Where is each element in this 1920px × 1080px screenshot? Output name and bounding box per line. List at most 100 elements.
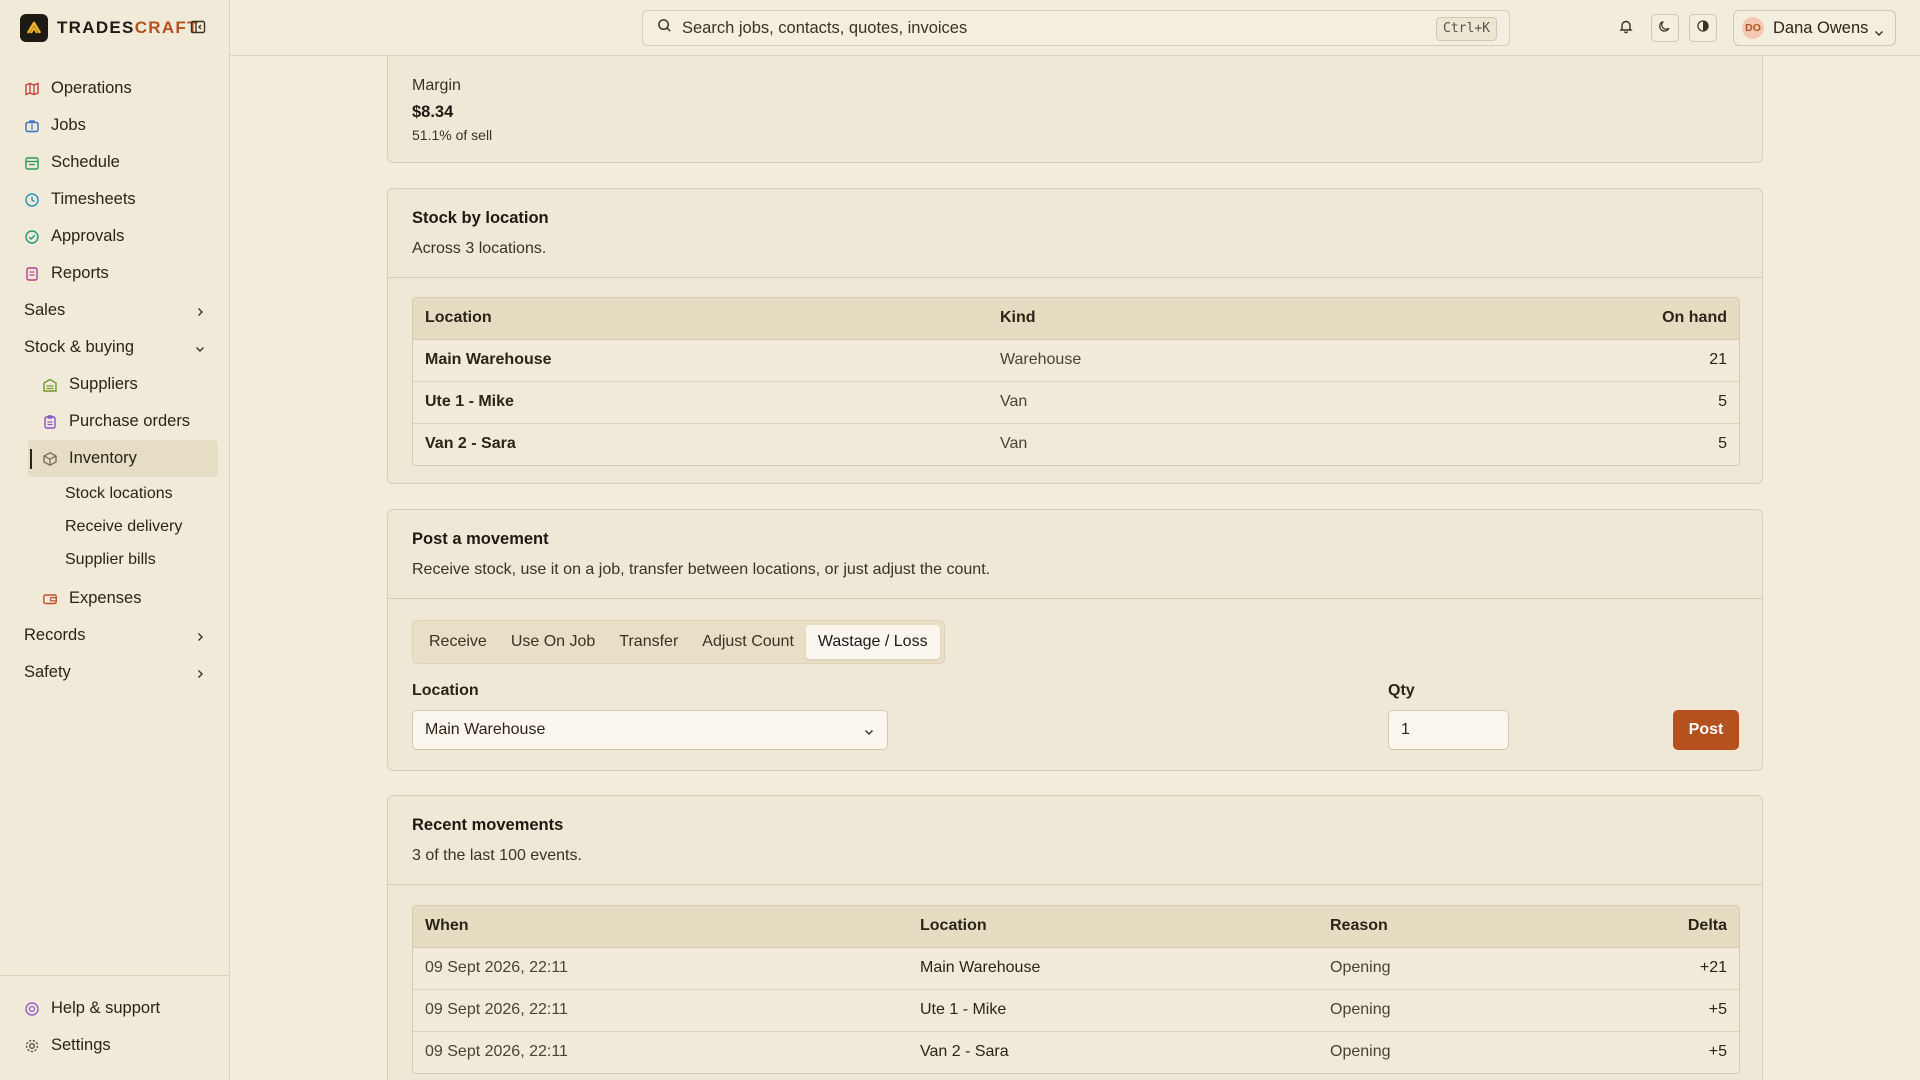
card-title: Recent movements xyxy=(412,816,564,834)
nav-group-label: Safety xyxy=(24,663,71,681)
column-header-location[interactable]: Location xyxy=(908,906,1318,948)
nav-item-approvals[interactable]: Approvals xyxy=(0,218,230,255)
recent-movements-card: Recent movements 3 of the last 100 event… xyxy=(387,795,1763,1080)
nav-label: Settings xyxy=(51,1036,111,1054)
tab-receive[interactable]: Receive xyxy=(417,625,499,659)
movements-table: When Location Reason Delta 09 Sept 2026,… xyxy=(412,905,1740,1074)
nav-item-purchase-orders[interactable]: Purchase orders xyxy=(28,403,230,440)
location-select-value: Main Warehouse xyxy=(425,721,546,738)
nav-label: Purchase orders xyxy=(69,412,191,430)
card-subtitle: Receive stock, use it on a job, transfer… xyxy=(412,561,991,578)
cell-on-hand: 5 xyxy=(1388,381,1739,424)
qty-label: Qty xyxy=(1388,682,1415,699)
cell-location: Van 2 - Sara xyxy=(908,1031,1318,1073)
cell-delta: +5 xyxy=(1568,1031,1739,1073)
table-row[interactable]: Main Warehouse Warehouse 21 xyxy=(413,339,1739,382)
clock-icon xyxy=(24,192,40,208)
tab-use-on-job[interactable]: Use On Job xyxy=(499,625,607,659)
calendar-icon xyxy=(24,155,40,171)
nav-group-stock-buying[interactable]: Stock & buying xyxy=(0,329,230,366)
qty-input[interactable] xyxy=(1389,711,1508,749)
notifications-button[interactable] xyxy=(1612,14,1640,42)
nav-item-timesheets[interactable]: Timesheets xyxy=(0,181,230,218)
column-header-on-hand[interactable]: On hand xyxy=(1388,298,1739,340)
search-box[interactable]: Ctrl+K xyxy=(642,10,1510,46)
nav-item-stock-locations[interactable]: Stock locations xyxy=(65,477,230,510)
margin-label: Margin xyxy=(412,77,461,94)
search-input[interactable] xyxy=(682,18,1442,38)
table-row[interactable]: 09 Sept 2026, 22:11 Main Warehouse Openi… xyxy=(413,947,1739,990)
main-nav: Operations Jobs Schedule Timesheets Appr… xyxy=(0,70,230,691)
theme-toggle-button[interactable] xyxy=(1651,14,1679,42)
nav-group-safety[interactable]: Safety xyxy=(0,654,230,691)
check-circle-icon xyxy=(24,229,40,245)
cell-reason: Opening xyxy=(1318,1031,1568,1073)
nav-label: Expenses xyxy=(69,589,142,607)
user-menu-button[interactable]: DO Dana Owens xyxy=(1733,10,1896,46)
sidebar: TRADESCRAFT Operations Jobs Schedule Tim… xyxy=(0,0,230,1080)
warehouse-icon xyxy=(42,377,58,393)
sidebar-collapse-icon[interactable] xyxy=(190,19,208,37)
table-row[interactable]: Ute 1 - Mike Van 5 xyxy=(413,381,1739,424)
wallet-icon xyxy=(42,591,58,607)
cell-on-hand: 21 xyxy=(1388,339,1739,382)
column-header-when[interactable]: When xyxy=(413,906,908,948)
report-icon xyxy=(24,266,40,282)
search-shortcut-badge: Ctrl+K xyxy=(1436,17,1497,41)
tab-wastage-loss[interactable]: Wastage / Loss xyxy=(805,625,940,659)
search-icon xyxy=(657,18,672,38)
divider xyxy=(388,884,1762,885)
bell-icon xyxy=(1618,18,1634,39)
table-row[interactable]: 09 Sept 2026, 22:11 Ute 1 - Mike Opening… xyxy=(413,989,1739,1032)
table-row[interactable]: 09 Sept 2026, 22:11 Van 2 - Sara Opening… xyxy=(413,1031,1739,1073)
nav-item-inventory[interactable]: Inventory xyxy=(28,440,218,477)
column-header-reason[interactable]: Reason xyxy=(1318,906,1568,948)
tab-transfer[interactable]: Transfer xyxy=(607,625,690,659)
margin-percent: 51.1% of sell xyxy=(412,127,493,143)
post-button[interactable]: Post xyxy=(1673,710,1739,750)
cell-reason: Opening xyxy=(1318,989,1568,1032)
cell-kind: Warehouse xyxy=(988,339,1388,382)
nav-item-receive-delivery[interactable]: Receive delivery xyxy=(65,510,230,543)
nav-label: Inventory xyxy=(69,449,137,467)
cell-when: 09 Sept 2026, 22:11 xyxy=(413,1031,908,1073)
nav-label: Reports xyxy=(51,264,109,282)
nav-item-settings[interactable]: Settings xyxy=(0,1027,230,1064)
contrast-toggle-button[interactable] xyxy=(1689,14,1717,42)
column-header-location[interactable]: Location xyxy=(413,298,988,340)
nav-group-sales[interactable]: Sales xyxy=(0,292,230,329)
table-row[interactable]: Van 2 - Sara Van 5 xyxy=(413,423,1739,465)
nav-label: Approvals xyxy=(51,227,125,245)
chevron-down-icon xyxy=(1873,24,1885,44)
nav-item-expenses[interactable]: Expenses xyxy=(28,580,230,617)
cell-location: Ute 1 - Mike xyxy=(413,381,988,424)
cell-kind: Van xyxy=(988,381,1388,424)
cell-location: Main Warehouse xyxy=(413,339,988,382)
location-label: Location xyxy=(412,682,479,699)
divider xyxy=(388,598,1762,599)
nav-item-suppliers[interactable]: Suppliers xyxy=(28,366,230,403)
column-header-kind[interactable]: Kind xyxy=(988,298,1388,340)
nav-label: Timesheets xyxy=(51,190,136,208)
divider xyxy=(388,277,1762,278)
nav-item-operations[interactable]: Operations xyxy=(0,70,230,107)
tab-adjust-count[interactable]: Adjust Count xyxy=(690,625,806,659)
nav-group-records[interactable]: Records xyxy=(0,617,230,654)
nav-label: Operations xyxy=(51,79,132,97)
nav-item-jobs[interactable]: Jobs xyxy=(0,107,230,144)
nav-item-reports[interactable]: Reports xyxy=(0,255,230,292)
nav-label: Schedule xyxy=(51,153,120,171)
qty-field[interactable] xyxy=(1388,710,1509,750)
cell-delta: +5 xyxy=(1568,989,1739,1032)
table-header-row: Location Kind On hand xyxy=(413,298,1739,340)
cell-location: Ute 1 - Mike xyxy=(908,989,1318,1032)
nav-item-schedule[interactable]: Schedule xyxy=(0,144,230,181)
movement-type-tabs: Receive Use On Job Transfer Adjust Count… xyxy=(412,620,945,664)
nav-item-supplier-bills[interactable]: Supplier bills xyxy=(65,543,230,576)
column-header-delta[interactable]: Delta xyxy=(1568,906,1739,948)
brand[interactable]: TRADESCRAFT xyxy=(20,14,199,42)
nav-item-help[interactable]: Help & support xyxy=(0,990,230,1027)
location-select[interactable]: Main Warehouse xyxy=(412,710,888,750)
stock-table: Location Kind On hand Main Warehouse War… xyxy=(412,297,1740,466)
cell-when: 09 Sept 2026, 22:11 xyxy=(413,947,908,990)
